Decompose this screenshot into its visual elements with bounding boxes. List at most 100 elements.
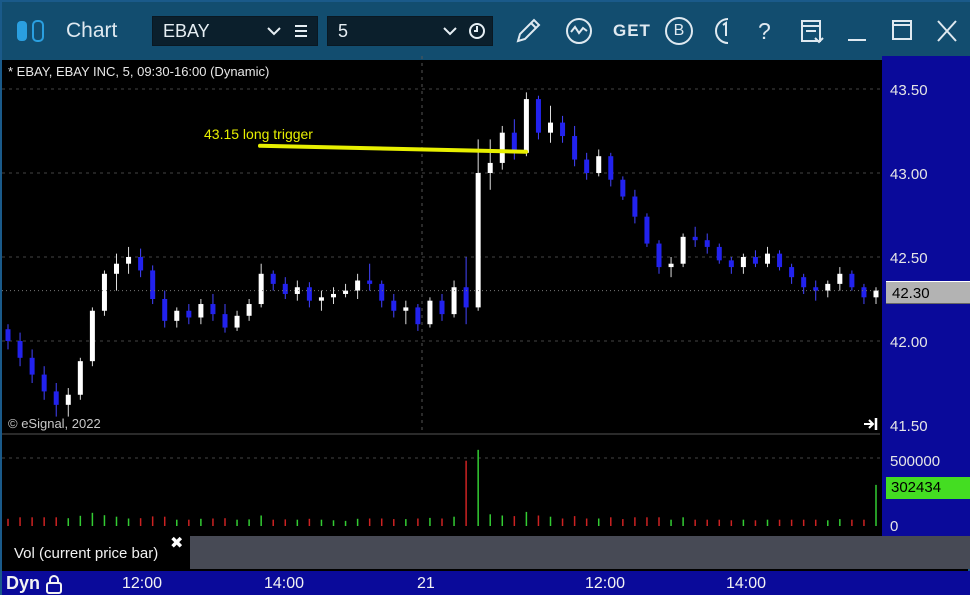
candle-body: [560, 122, 566, 137]
candle-body: [403, 307, 409, 311]
scroll-to-end-icon[interactable]: [862, 416, 880, 432]
candle-body: [294, 287, 300, 294]
chart-window: Chart EBAY 5 GET B ? 43.50 43.00 42.50 4…: [0, 0, 970, 595]
candle-body: [475, 173, 481, 308]
candle-body: [439, 300, 445, 315]
candle-body: [41, 374, 47, 392]
candle-body: [572, 136, 578, 160]
close-study-icon[interactable]: ✖: [170, 533, 183, 553]
chart-description: * EBAY, EBAY INC, 5, 09:30-16:00 (Dynami…: [8, 64, 270, 79]
candle-body: [765, 253, 770, 264]
candle-body: [632, 196, 638, 217]
candle-body: [716, 246, 722, 261]
candle-body: [680, 236, 686, 264]
candle-body: [499, 132, 505, 163]
candle-body: [620, 179, 626, 197]
annotation-text[interactable]: 43.15 long trigger: [204, 126, 313, 142]
volume-axis-label: 500000: [890, 453, 941, 470]
candle-body: [331, 293, 336, 298]
candle-body: [789, 267, 795, 278]
candle-body: [644, 216, 650, 244]
candle-body: [53, 391, 59, 405]
candle-body: [343, 290, 349, 294]
candle-body: [608, 156, 614, 180]
candle-body: [777, 253, 783, 268]
candle-body: [77, 361, 83, 395]
candle-body: [65, 394, 71, 405]
candle-body: [210, 304, 216, 315]
candle-body: [234, 315, 240, 328]
volume-study-label-text: Vol (current price bar): [14, 545, 159, 562]
grid: [2, 56, 880, 459]
candle-body: [282, 283, 288, 294]
candle-body: [222, 314, 228, 328]
price-axis-label: 41.50: [890, 418, 928, 435]
candle-body: [89, 310, 95, 362]
candle-body: [5, 329, 11, 341]
candle-body: [535, 99, 541, 133]
candle-body: [427, 300, 433, 325]
candle-body: [138, 257, 144, 271]
volume-study-label[interactable]: Vol (current price bar): [4, 536, 190, 569]
candle-body: [849, 273, 855, 288]
time-axis-label: 14:00: [726, 575, 767, 592]
candle-body: [258, 273, 264, 305]
price-axis-label: 43.50: [890, 82, 928, 99]
trigger-line: [258, 143, 528, 154]
candle-body: [101, 273, 107, 311]
copyright-label: © eSignal, 2022: [8, 416, 101, 431]
time-axis[interactable]: Dyn 12:00 14:00 21 12:00 14:00: [2, 571, 970, 595]
candle-body: [379, 283, 385, 301]
price-axis[interactable]: [882, 56, 970, 436]
time-axis-label: 12:00: [585, 575, 626, 592]
candle-body: [198, 304, 204, 318]
candle-body: [355, 280, 361, 291]
current-price-tag: 42.30: [886, 281, 970, 304]
candle-body: [873, 290, 879, 298]
study-pane-bar: [190, 536, 970, 569]
candle-body: [270, 273, 276, 284]
candle-body: [318, 297, 324, 301]
candle-body: [596, 156, 602, 173]
time-axis-label: 21: [417, 575, 435, 592]
candle-body: [752, 257, 758, 264]
time-axis-label: 14:00: [264, 575, 305, 592]
price-axis-label: 42.00: [890, 334, 928, 351]
price-chart[interactable]: [0, 0, 970, 595]
candle-body: [17, 341, 23, 358]
price-axis-label: 42.50: [890, 250, 928, 267]
time-axis-label: 12:00: [122, 575, 163, 592]
candle-body: [487, 162, 493, 173]
candle-body: [813, 287, 819, 291]
lock-icon[interactable]: [44, 574, 64, 595]
candle-body: [801, 277, 807, 288]
candle-body: [367, 280, 373, 284]
candle-body: [548, 122, 553, 133]
candle-body: [162, 299, 168, 321]
candle-body: [391, 300, 397, 311]
candle-body: [584, 159, 590, 173]
volume-axis-label: 0: [890, 518, 899, 535]
candles: [5, 92, 879, 417]
candle-body: [246, 304, 252, 316]
dynamic-mode-label: Dyn: [6, 573, 41, 593]
candle-body: [728, 260, 734, 268]
annotation-layer: [2, 143, 880, 292]
candle-body: [861, 287, 867, 298]
candle-body: [451, 287, 457, 315]
price-axis-label: 43.00: [890, 166, 928, 183]
candle-body: [306, 287, 312, 301]
candle-body: [186, 310, 192, 318]
candle-body: [692, 236, 698, 241]
candle-body: [825, 283, 831, 291]
candle-body: [114, 263, 119, 274]
candle-body: [150, 270, 156, 299]
candle-body: [126, 257, 132, 264]
candle-body: [704, 240, 710, 247]
current-volume-tag: 302434: [886, 477, 970, 499]
candle-body: [415, 307, 421, 325]
candle-body: [656, 243, 662, 268]
candle-body: [740, 257, 746, 268]
candle-body: [29, 357, 35, 375]
candle-body: [837, 273, 843, 284]
